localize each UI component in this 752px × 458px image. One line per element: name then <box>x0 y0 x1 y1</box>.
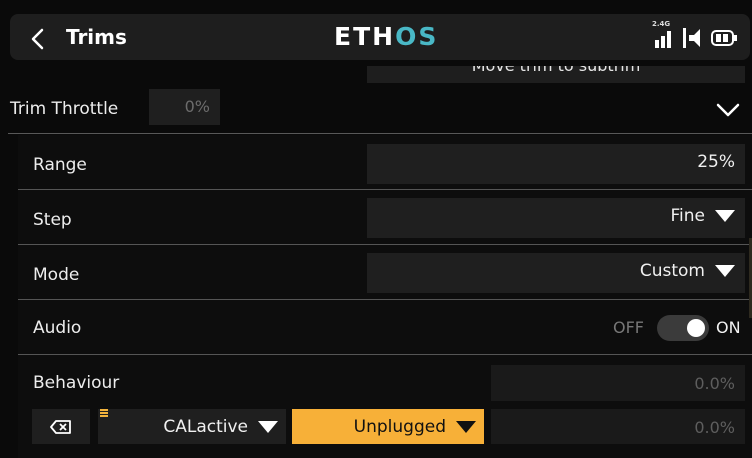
range-field[interactable]: 25% <box>367 144 745 184</box>
logo-text-accent: OS <box>395 22 439 51</box>
dropdown-caret-icon <box>456 421 476 433</box>
divider <box>18 299 752 300</box>
page-title: Trims <box>66 25 127 49</box>
toggle-knob <box>687 319 705 337</box>
divider <box>18 244 752 245</box>
step-dropdown[interactable]: Fine <box>367 198 745 238</box>
move-trim-label: Move trim to subtrim <box>367 66 745 75</box>
audio-off-label: OFF <box>613 318 644 337</box>
chevron-down-icon[interactable] <box>716 103 740 117</box>
range-label: Range <box>33 155 87 175</box>
header-bar: Trims ETHOS 2.4G <box>0 0 752 66</box>
switch-dropdown[interactable]: CALactive <box>98 409 286 444</box>
step-value: Fine <box>670 206 706 226</box>
behaviour-label: Behaviour <box>33 373 120 393</box>
logo-text-main: ETH <box>334 22 396 51</box>
back-button[interactable]: Trims <box>16 18 146 56</box>
state-value: Unplugged <box>353 417 446 437</box>
clear-button[interactable] <box>32 409 90 444</box>
audio-toggle[interactable] <box>657 315 709 341</box>
trims-screen: Trims ETHOS 2.4G Trim Throttle 0% Range … <box>0 0 752 458</box>
audio-on-label: ON <box>716 318 741 337</box>
switch-value-wrap: CALactive <box>163 417 278 437</box>
mode-dropdown[interactable]: Custom <box>367 253 745 293</box>
mode-value: Custom <box>639 261 705 281</box>
state-value-wrap: Unplugged <box>354 417 476 437</box>
move-trim-to-subtrim-button[interactable]: Move trim to subtrim <box>367 66 745 83</box>
ethos-logo: ETHOS <box>334 22 438 51</box>
menu-lines-icon <box>100 409 108 418</box>
mode-value-wrap: Custom <box>640 261 735 281</box>
mode-label: Mode <box>33 265 80 285</box>
divider <box>8 133 752 134</box>
back-chevron-icon <box>31 28 44 50</box>
speaker-icon <box>683 28 700 48</box>
dropdown-caret-icon <box>715 265 735 277</box>
step-value-wrap: Fine <box>670 206 735 226</box>
behaviour-value-top: 0.0% <box>491 365 745 401</box>
dropdown-caret-icon <box>715 210 735 222</box>
trim-throttle-label: Trim Throttle <box>10 99 119 119</box>
trim-throttle-value: 0% <box>149 89 220 125</box>
status-area: 2.4G <box>652 20 738 50</box>
trim-throttle-row: Trim Throttle <box>0 85 752 133</box>
step-label: Step <box>33 210 72 230</box>
range-value: 25% <box>697 152 735 172</box>
divider <box>18 189 752 190</box>
divider <box>18 354 752 355</box>
header-pill: Trims ETHOS 2.4G <box>10 14 750 60</box>
switch-state-dropdown[interactable]: Unplugged <box>292 409 484 444</box>
radio-band-label: 2.4G <box>652 20 671 28</box>
audio-label: Audio <box>33 318 82 338</box>
dropdown-caret-icon <box>258 421 278 433</box>
signal-icon: 2.4G <box>652 20 676 50</box>
clear-icon <box>50 420 71 434</box>
behaviour-value-bottom: 0.0% <box>491 409 745 444</box>
battery-icon <box>711 30 737 46</box>
switch-value: CALactive <box>163 417 248 437</box>
